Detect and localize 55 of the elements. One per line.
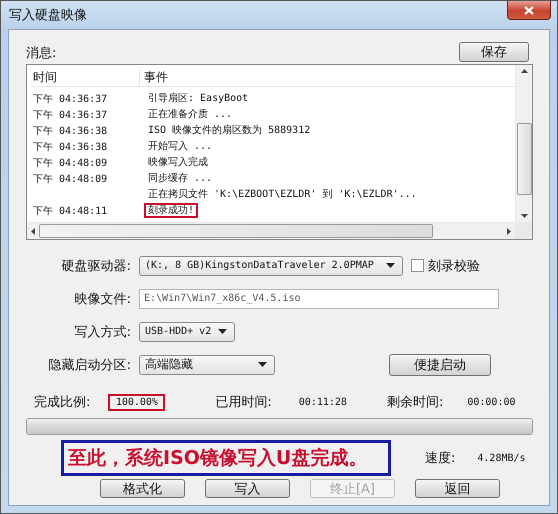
checkbox-label: 刻录校验 xyxy=(428,258,480,274)
field-label: 硬盘驱动器: xyxy=(60,258,132,274)
dropdown-arrow-icon xyxy=(258,362,267,367)
scroll-right-arrow-icon[interactable] xyxy=(507,228,511,234)
dialog-button[interactable]: 返回 xyxy=(415,479,500,498)
drive-dropdown[interactable]: (K:, 8 GB)KingstonDataTraveler 2.0PMAP xyxy=(139,256,403,276)
scrollbar-corner xyxy=(515,222,532,239)
log-time: 下午 04:36:37 xyxy=(33,110,108,121)
dropdown-arrow-icon xyxy=(386,263,395,268)
write-mode-dropdown[interactable]: USB-HDD+ v2 xyxy=(139,322,235,342)
log-time: 下午 04:36:38 xyxy=(33,142,108,153)
speed-value: 4.28MB/s xyxy=(477,452,526,464)
elapsed-label: 已用时间: xyxy=(215,394,272,411)
quick-boot-button[interactable]: 便捷启动 xyxy=(389,354,491,376)
percent-value: 100.00% xyxy=(108,394,166,410)
log-time: 下午 04:36:37 xyxy=(33,94,108,105)
progress-label: 完成比例: xyxy=(34,394,90,411)
log-time: 下午 04:48:11 xyxy=(33,206,108,217)
annotation-note: 至此，系统ISO镜像写入U盘完成。 xyxy=(61,440,391,476)
window-title: 写入硬盘映像 xyxy=(9,7,87,24)
column-header[interactable]: 时间 xyxy=(31,68,139,86)
log-time: 下午 04:48:09 xyxy=(33,158,108,169)
scroll-down-arrow-icon[interactable] xyxy=(520,214,528,218)
field-label: 写入方式: xyxy=(74,324,132,340)
log-event: 开始写入 ... xyxy=(147,140,214,154)
log-event: ISO 映像文件的扇区数为 5889312 xyxy=(147,124,312,138)
log-event: 刻录成功! xyxy=(144,203,198,218)
close-button[interactable] xyxy=(507,1,551,20)
field-label: 映像文件: xyxy=(74,290,132,308)
vertical-scrollbar[interactable] xyxy=(515,65,532,222)
dialog-button[interactable]: 格式化 xyxy=(100,479,185,498)
remaining-label: 剩余时间: xyxy=(386,394,444,411)
scroll-up-arrow-icon[interactable] xyxy=(520,69,528,73)
hide-partition-dropdown[interactable]: 高端隐藏 xyxy=(139,354,275,374)
horizontal-scrollbar[interactable] xyxy=(27,222,515,239)
elapsed-value: 00:11:28 xyxy=(298,396,347,408)
speed-label: 速度: xyxy=(425,450,456,467)
save-button[interactable]: 保存 xyxy=(459,42,529,62)
log-time: 下午 04:48:09 xyxy=(33,174,108,185)
log-event: 映像写入完成 xyxy=(147,156,209,170)
log-time: 下午 04:36:38 xyxy=(33,126,108,137)
log-event: 正在准备介质 ... xyxy=(147,108,234,122)
log-event: 同步缓存 ... xyxy=(147,172,214,186)
close-icon xyxy=(524,6,534,14)
dropdown-arrow-icon xyxy=(218,329,227,334)
checkbox[interactable] xyxy=(411,259,424,272)
log-event: 引导扇区: EasyBoot xyxy=(147,92,250,106)
remaining-value: 00:00:00 xyxy=(467,396,516,408)
image-file-field[interactable]: E:\Win7\Win7_x86c_V4.5.iso xyxy=(139,288,499,308)
column-header[interactable]: 事件 xyxy=(139,68,168,86)
scroll-left-arrow-icon[interactable] xyxy=(31,228,35,234)
dialog-button[interactable]: 写入 xyxy=(205,479,290,498)
log-event: 正在拷贝文件 'K:\EZBOOT\EZLDR' 到 'K:\EZLDR'... xyxy=(147,188,418,202)
messages-label: 消息: xyxy=(26,45,56,62)
field-label: 隐藏启动分区: xyxy=(48,356,132,374)
